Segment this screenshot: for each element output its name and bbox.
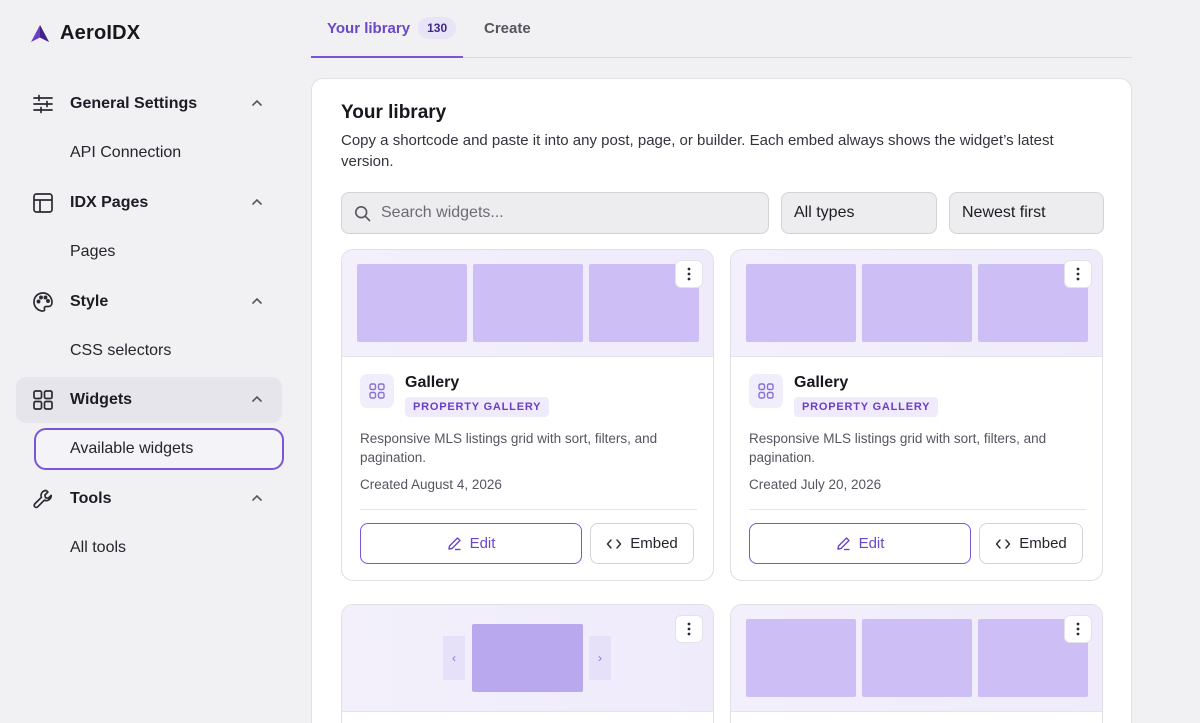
tab-label: Your library [327, 20, 411, 37]
widget-type-badge: PROPERTY GALLERY [794, 397, 939, 417]
tab-label: Create [484, 20, 531, 37]
search-icon [354, 205, 371, 221]
chevron-left-icon: ‹ [443, 636, 465, 680]
preview-tile [357, 264, 467, 342]
widget-preview: ‹ › [342, 605, 713, 712]
widget-name: Gallery [794, 374, 849, 391]
widget-name: Gallery [405, 374, 460, 391]
sidebar-item-all-tools[interactable]: All tools [34, 527, 284, 569]
page-title: Your library [341, 102, 447, 123]
sidebar-item-api-connection[interactable]: API Connection [34, 132, 284, 174]
kebab-menu-icon [1076, 267, 1080, 281]
widget-card [730, 604, 1103, 723]
sliders-icon [32, 93, 54, 115]
gallery-icon [749, 374, 783, 408]
more-options-button[interactable] [1064, 615, 1092, 643]
sidebar-group-general-settings[interactable]: General Settings [16, 81, 282, 127]
pencil-icon [447, 537, 461, 551]
sidebar-group-idx-pages[interactable]: IDX Pages [16, 180, 282, 226]
sidebar-group-label: Tools [70, 490, 112, 507]
more-options-button[interactable] [1064, 260, 1092, 288]
sidebar-group-label: General Settings [70, 95, 198, 112]
preview-tile [746, 264, 856, 342]
chevron-right-icon: › [589, 636, 611, 680]
page-description: Copy a shortcode and paste it into any p… [341, 132, 1054, 170]
kebab-menu-icon [687, 622, 691, 636]
sidebar-item-available-widgets[interactable]: Available widgets [34, 428, 284, 470]
sidebar-item-css-selectors[interactable]: CSS selectors [34, 330, 284, 372]
tab-your-library[interactable]: Your library 130 [311, 17, 463, 58]
wrench-icon [32, 488, 54, 510]
preview-tile [746, 619, 856, 697]
preview-tile [472, 624, 583, 692]
widget-preview [731, 250, 1102, 357]
widget-description: Responsive MLS listings grid with sort, … [749, 431, 1047, 465]
tab-create[interactable]: Create [484, 20, 531, 58]
type-filter-select[interactable]: All types [781, 192, 937, 234]
sidebar-group-label: IDX Pages [70, 194, 149, 211]
kebab-menu-icon [1076, 622, 1080, 636]
sidebar: AeroIDX General Settings API Connection … [0, 0, 300, 723]
edit-button[interactable]: Edit [749, 523, 971, 564]
layout-icon [32, 192, 54, 214]
divider [360, 509, 697, 510]
edit-button[interactable]: Edit [360, 523, 582, 564]
palette-icon [32, 291, 54, 313]
chevron-up-icon [252, 395, 262, 402]
sort-select[interactable]: Newest first [949, 192, 1104, 234]
edit-label: Edit [469, 535, 496, 552]
search-input[interactable] [381, 204, 761, 222]
pencil-icon [836, 537, 850, 551]
widget-created-date: Created August 4, 2026 [360, 477, 502, 492]
widget-card: ‹ › [341, 604, 714, 723]
divider [749, 509, 1086, 510]
widget-preview [342, 250, 713, 357]
widget-card: Gallery PROPERTY GALLERY Responsive MLS … [730, 249, 1103, 581]
code-icon [996, 538, 1011, 549]
chevron-up-icon [252, 99, 262, 106]
code-icon [607, 538, 622, 549]
kebab-menu-icon [687, 267, 691, 281]
sidebar-group-style[interactable]: Style [16, 279, 282, 325]
preview-tile [862, 619, 972, 697]
chevron-up-icon [252, 297, 262, 304]
embed-label: Embed [1019, 535, 1067, 552]
tab-bar: Your library 130 Create [311, 0, 1132, 58]
sidebar-item-pages[interactable]: Pages [34, 231, 284, 273]
widget-created-date: Created July 20, 2026 [749, 477, 882, 492]
aeroidx-logo-icon [31, 24, 49, 42]
app-name: AeroIDX [60, 22, 141, 44]
preview-tile [473, 264, 583, 342]
sidebar-group-label: Style [70, 293, 109, 310]
more-options-button[interactable] [675, 260, 703, 288]
chevron-up-icon [252, 494, 262, 501]
grid-icon [32, 389, 54, 411]
widget-type-badge: PROPERTY GALLERY [405, 397, 550, 417]
sidebar-group-label: Widgets [70, 391, 133, 408]
preview-tile [862, 264, 972, 342]
chevron-up-icon [252, 198, 262, 205]
widget-card: Gallery PROPERTY GALLERY Responsive MLS … [341, 249, 714, 581]
embed-button[interactable]: Embed [590, 523, 694, 564]
embed-label: Embed [630, 535, 678, 552]
sidebar-group-tools[interactable]: Tools [16, 476, 282, 522]
sidebar-group-widgets[interactable]: Widgets [16, 377, 282, 423]
edit-label: Edit [858, 535, 885, 552]
embed-button[interactable]: Embed [979, 523, 1083, 564]
brand[interactable]: AeroIDX [30, 22, 140, 45]
library-panel: Your library Copy a shortcode and paste … [311, 78, 1132, 723]
search-box[interactable] [341, 192, 769, 234]
widget-preview [731, 605, 1102, 712]
more-options-button[interactable] [675, 615, 703, 643]
library-count-badge: 130 [418, 17, 457, 39]
gallery-icon [360, 374, 394, 408]
widget-description: Responsive MLS listings grid with sort, … [360, 431, 658, 465]
